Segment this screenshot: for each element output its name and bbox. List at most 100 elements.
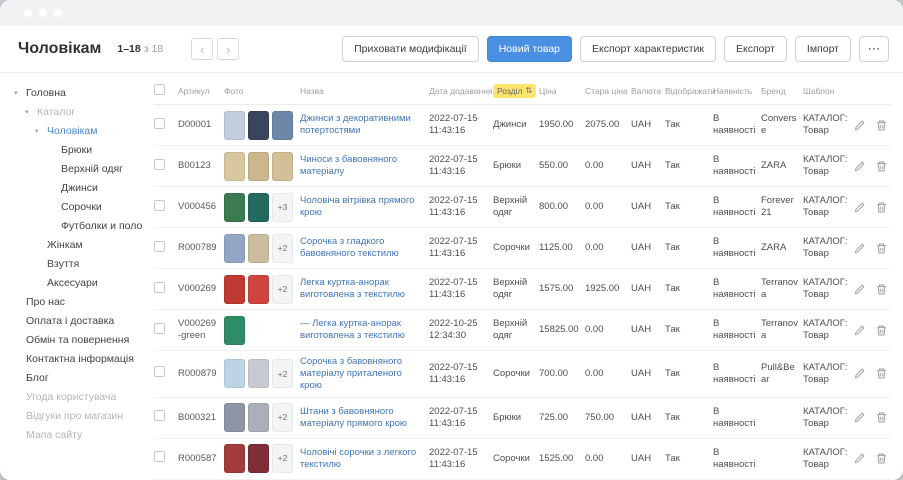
product-name-link[interactable]: Чоловічі сорочки з легкого текстилю	[300, 447, 424, 471]
more-photos-badge[interactable]: +2	[272, 234, 293, 263]
sidebar-item-jeans[interactable]: Джинси	[14, 178, 150, 197]
delete-icon[interactable]	[875, 119, 888, 132]
cell-name: Чоловічі сорочки з легкого текстилю	[300, 447, 429, 471]
more-photos-badge[interactable]: +2	[272, 275, 293, 304]
sidebar-item-store-reviews[interactable]: Відгуки про магазин	[14, 406, 150, 425]
cell-old-price: 0.00	[585, 368, 631, 380]
product-name-link[interactable]: Джинси з декоративними потертостями	[300, 113, 424, 137]
sidebar-item-accessories[interactable]: Аксесуари	[14, 273, 150, 292]
product-photo[interactable]	[248, 193, 269, 222]
product-name-link[interactable]: Легка куртка-анорак виготовлена з тексти…	[300, 277, 424, 301]
product-photo[interactable]	[272, 152, 293, 181]
more-photos-badge[interactable]: +2	[272, 444, 293, 473]
row-checkbox[interactable]	[154, 323, 165, 334]
delete-icon[interactable]	[875, 283, 888, 296]
more-photos-badge[interactable]: +2	[272, 359, 293, 388]
hide-modifications-button[interactable]: Приховати модифікації	[342, 36, 479, 62]
product-photo[interactable]	[224, 444, 245, 473]
edit-icon[interactable]	[853, 283, 866, 296]
product-photo[interactable]	[224, 111, 245, 140]
sidebar-item-shoes[interactable]: Взуття	[14, 254, 150, 273]
prev-page-button[interactable]: ‹	[191, 38, 213, 60]
product-name-link[interactable]: Сорочка з гладкого бавовняного текстилю	[300, 236, 424, 260]
product-name-link[interactable]: Сорочка з бавовняного матеріалу притален…	[300, 356, 424, 392]
product-photo[interactable]	[224, 193, 245, 222]
product-name-link[interactable]: Штани з бавовняного матеріалу прямого кр…	[300, 406, 424, 430]
delete-icon[interactable]	[875, 201, 888, 214]
row-checkbox[interactable]	[154, 410, 165, 421]
select-all-checkbox[interactable]	[154, 84, 165, 95]
import-button[interactable]: Імпорт	[795, 36, 851, 62]
sidebar-item-blog[interactable]: Блог	[14, 368, 150, 387]
edit-icon[interactable]	[853, 452, 866, 465]
export-button[interactable]: Експорт	[724, 36, 787, 62]
row-checkbox[interactable]	[154, 282, 165, 293]
product-photo[interactable]	[224, 403, 245, 432]
sidebar-item-payment-delivery[interactable]: Оплата і доставка	[14, 311, 150, 330]
edit-icon[interactable]	[853, 119, 866, 132]
product-name-link[interactable]: Чоловіча вітрівка прямого крою	[300, 195, 424, 219]
sidebar-item-outerwear[interactable]: Верхній одяг	[14, 159, 150, 178]
window-dot[interactable]	[54, 9, 62, 17]
more-photos-badge[interactable]: +3	[272, 193, 293, 222]
sidebar-item-catalog[interactable]: Каталог	[14, 102, 150, 121]
window-dot[interactable]	[24, 9, 32, 17]
product-photo[interactable]	[248, 403, 269, 432]
row-checkbox[interactable]	[154, 200, 165, 211]
sidebar-item-tshirts-polo[interactable]: Футболки и поло	[14, 216, 150, 235]
new-product-button[interactable]: Новий товар	[487, 36, 572, 62]
sidebar-item-exchange-return[interactable]: Обмін та повернення	[14, 330, 150, 349]
product-photo[interactable]	[224, 316, 245, 345]
product-photo[interactable]	[248, 444, 269, 473]
sidebar-item-women[interactable]: Жінкам	[14, 235, 150, 254]
product-photo[interactable]	[224, 359, 245, 388]
product-photo[interactable]	[224, 152, 245, 181]
page-header: Чоловікам 1–18 з 18 ‹ › Приховати модифі…	[0, 26, 903, 73]
delete-icon[interactable]	[875, 242, 888, 255]
section-sort-pill[interactable]: Розділ ⇅	[493, 84, 536, 98]
window-dot[interactable]	[39, 9, 47, 17]
product-name-link[interactable]: Чиноси з бавовняного матеріалу	[300, 154, 424, 178]
delete-icon[interactable]	[875, 452, 888, 465]
sidebar-item-label: Головна	[26, 87, 66, 99]
product-photo[interactable]	[248, 234, 269, 263]
sidebar-item-user-agreement[interactable]: Угода користувача	[14, 387, 150, 406]
delete-icon[interactable]	[875, 160, 888, 173]
product-photo[interactable]	[248, 359, 269, 388]
product-photo[interactable]	[248, 111, 269, 140]
photo-thumbs	[224, 152, 295, 181]
sidebar-item-shirts[interactable]: Сорочки	[14, 197, 150, 216]
sidebar-item-home[interactable]: Головна	[14, 83, 150, 102]
product-photo[interactable]	[248, 275, 269, 304]
sidebar-item-about[interactable]: Про нас	[14, 292, 150, 311]
edit-icon[interactable]	[853, 367, 866, 380]
sidebar-item-contacts[interactable]: Контактна інформація	[14, 349, 150, 368]
edit-icon[interactable]	[853, 242, 866, 255]
product-photo[interactable]	[224, 275, 245, 304]
edit-icon[interactable]	[853, 160, 866, 173]
edit-icon[interactable]	[853, 411, 866, 424]
product-name-link[interactable]: — Легка куртка-анорак виготовлена з текс…	[300, 318, 424, 342]
row-checkbox-cell	[154, 410, 178, 425]
more-photos-badge[interactable]: +2	[272, 403, 293, 432]
sidebar-item-sitemap[interactable]: Мапа сайту	[14, 425, 150, 444]
delete-icon[interactable]	[875, 411, 888, 424]
sidebar-item-trousers[interactable]: Брюки	[14, 140, 150, 159]
product-photo[interactable]	[248, 152, 269, 181]
product-photo[interactable]	[272, 111, 293, 140]
edit-icon[interactable]	[853, 201, 866, 214]
row-checkbox[interactable]	[154, 118, 165, 129]
delete-icon[interactable]	[875, 367, 888, 380]
next-page-button[interactable]: ›	[217, 38, 239, 60]
row-checkbox[interactable]	[154, 241, 165, 252]
row-checkbox[interactable]	[154, 451, 165, 462]
export-characteristics-button[interactable]: Експорт характеристик	[580, 36, 716, 62]
cell-section: Сорочки	[493, 453, 539, 465]
delete-icon[interactable]	[875, 324, 888, 337]
edit-icon[interactable]	[853, 324, 866, 337]
product-photo[interactable]	[224, 234, 245, 263]
row-checkbox[interactable]	[154, 366, 165, 377]
row-checkbox[interactable]	[154, 159, 165, 170]
sidebar-item-men[interactable]: Чоловікам	[14, 121, 150, 140]
more-actions-button[interactable]: ⋯	[859, 36, 889, 62]
